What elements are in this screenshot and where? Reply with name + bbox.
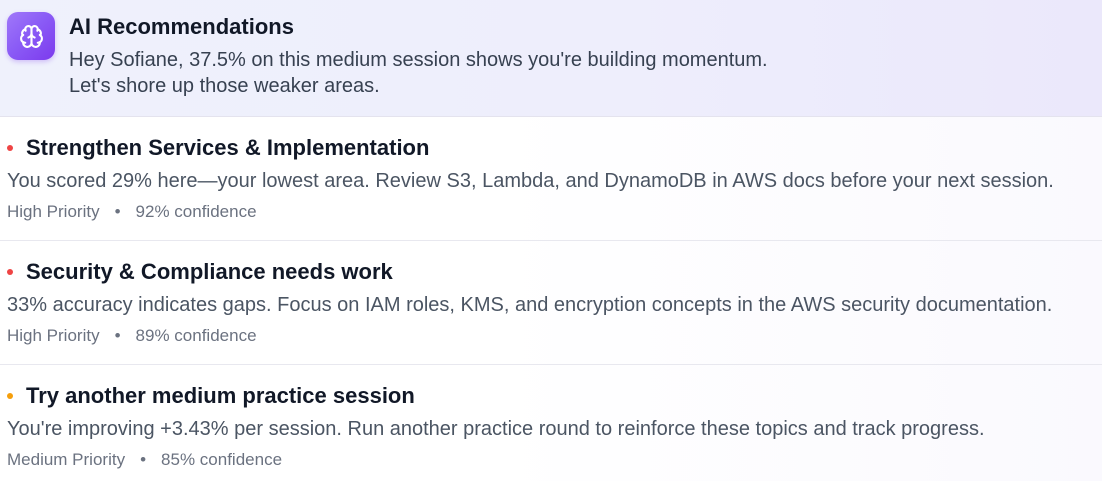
recommendation-meta: Medium Priority • 85% confidence (7, 448, 1102, 472)
recommendation-title: Security & Compliance needs work (26, 259, 393, 284)
priority-dot (7, 393, 13, 399)
confidence-label: 89% confidence (135, 326, 257, 345)
recommendation-card: Try another medium practice session You'… (0, 365, 1102, 481)
brain-icon (19, 24, 43, 48)
recommendation-description: 33% accuracy indicates gaps. Focus on IA… (7, 294, 1053, 316)
ai-recommendations-panel: AI Recommendations Hey Sofiane, 37.5% on… (0, 0, 1102, 481)
priority-dot (7, 269, 13, 275)
recommendation-description: You're improving +3.43% per session. Run… (7, 418, 985, 440)
meta-separator: • (140, 450, 147, 469)
assistant-message: Hey Sofiane, 37.5% on this medium sessio… (69, 49, 768, 97)
priority-label: High Priority (7, 326, 100, 345)
confidence-label: 92% confidence (135, 202, 257, 221)
ai-badge (7, 12, 55, 60)
recommendation-meta: High Priority • 92% confidence (7, 200, 1102, 224)
recommendation-title-row: Try another medium practice session (7, 382, 1102, 410)
meta-separator: • (114, 326, 121, 345)
confidence-label: 85% confidence (161, 450, 283, 469)
priority-dot (7, 145, 13, 151)
recommendation-description: You scored 29% here—your lowest area. Re… (7, 170, 1054, 192)
meta-separator: • (114, 202, 121, 221)
priority-label: High Priority (7, 202, 100, 221)
recommendation-title: Try another medium practice session (26, 383, 415, 408)
recommendation-title: Strengthen Services & Implementation (26, 135, 430, 160)
header-text-group: AI Recommendations Hey Sofiane, 37.5% on… (69, 13, 791, 99)
panel-title: AI Recommendations (69, 14, 294, 39)
recommendation-meta: High Priority • 89% confidence (7, 324, 1102, 348)
recommendation-card: Security & Compliance needs work 33% acc… (0, 241, 1102, 365)
priority-label: Medium Priority (7, 450, 126, 469)
recommendations-header: AI Recommendations Hey Sofiane, 37.5% on… (0, 0, 1102, 117)
recommendation-title-row: Security & Compliance needs work (7, 258, 1102, 286)
recommendation-title-row: Strengthen Services & Implementation (7, 134, 1102, 162)
recommendation-card: Strengthen Services & Implementation You… (0, 117, 1102, 241)
